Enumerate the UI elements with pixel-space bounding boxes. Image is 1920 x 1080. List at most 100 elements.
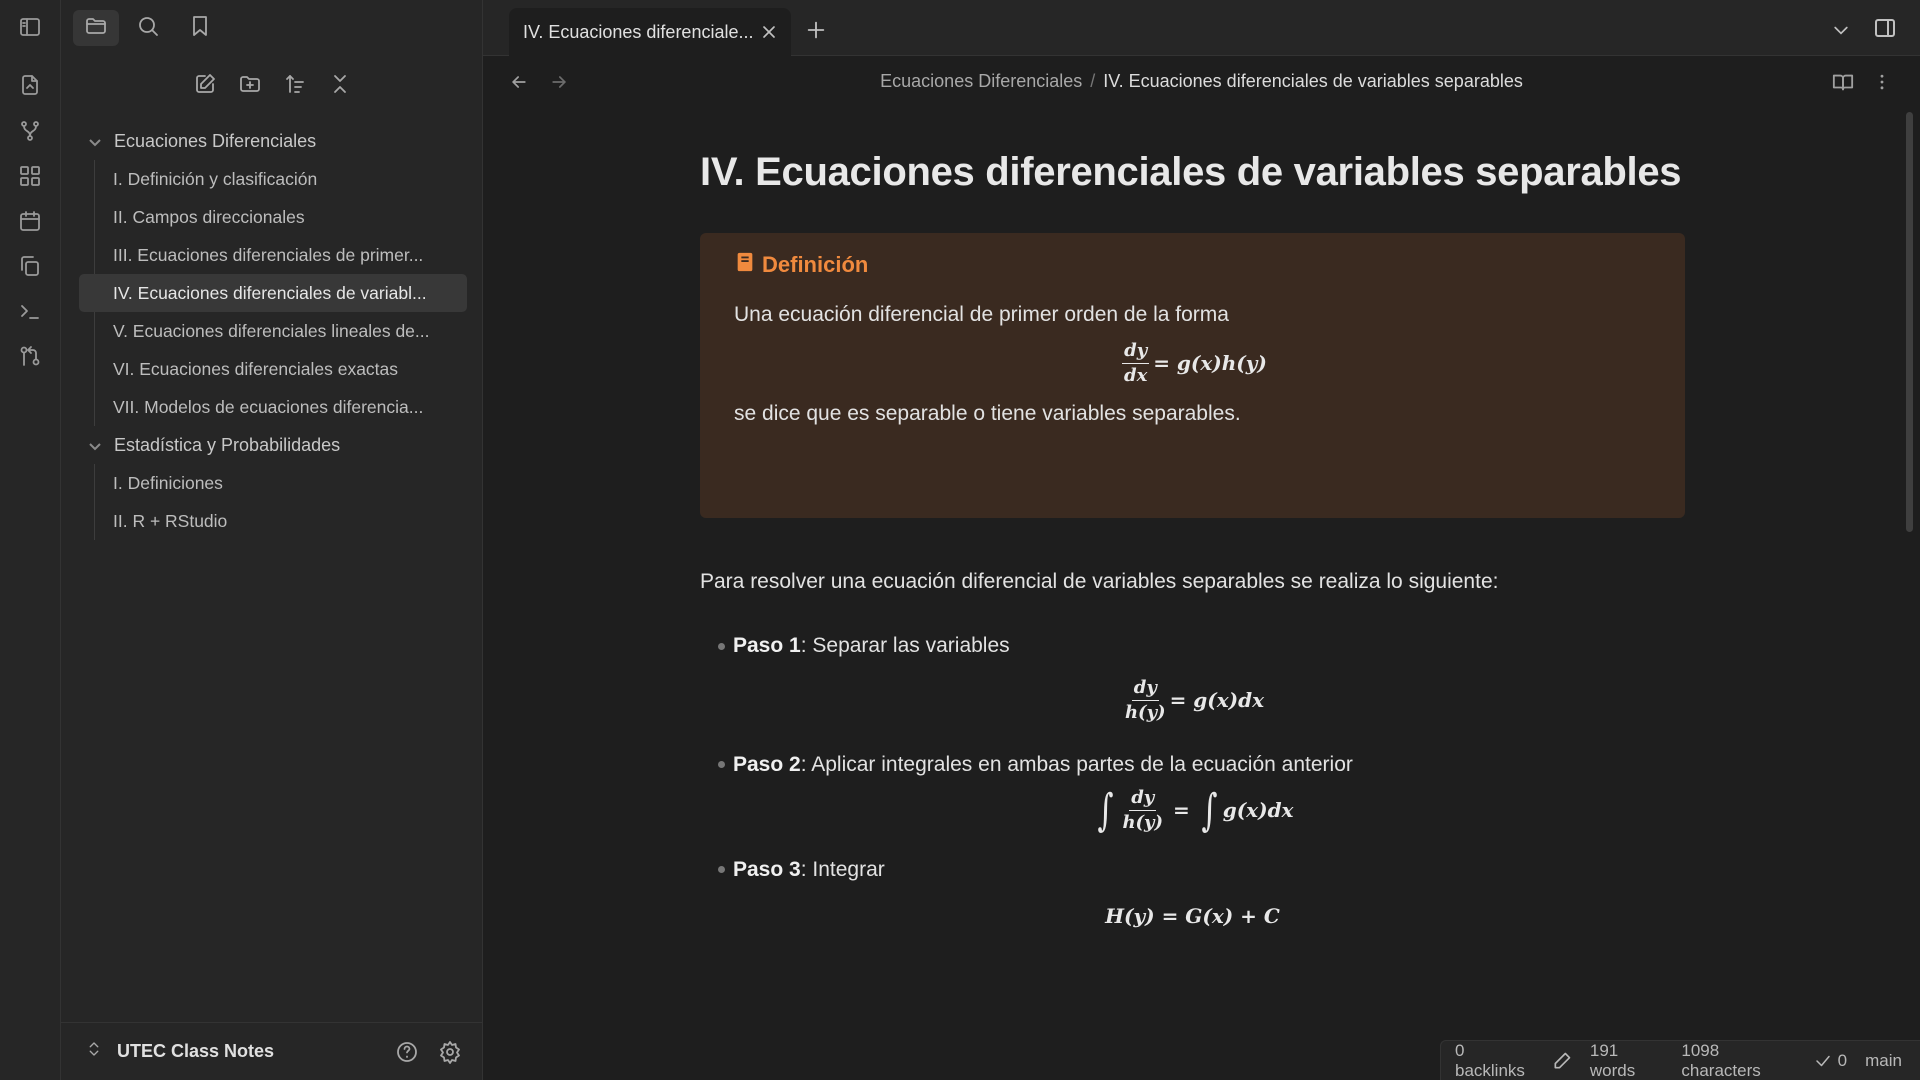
templates-icon[interactable]: [15, 251, 45, 281]
vault-switcher-icon[interactable]: [85, 1040, 103, 1063]
step-label: Paso 2: [733, 752, 801, 776]
file-tree: Ecuaciones Diferenciales I. Definición y…: [78, 122, 468, 540]
collapse-icon: [328, 72, 352, 101]
callout-outro: se dice que es separable o tiene variabl…: [734, 401, 1241, 425]
more-options-icon[interactable]: [1866, 66, 1898, 98]
reading-view-book-icon[interactable]: [1827, 66, 1859, 98]
bullet: [718, 761, 725, 769]
folder-label: Estadística y Probabilidades: [114, 434, 341, 455]
scrollbar[interactable]: [1906, 112, 1913, 532]
sort-icon: [283, 72, 307, 101]
folder-ecuaciones-diferenciales[interactable]: Ecuaciones Diferenciales: [78, 122, 468, 160]
left-ribbon: [0, 0, 61, 1080]
sort-button[interactable]: [279, 70, 311, 102]
vault-name[interactable]: UTEC Class Notes: [117, 1041, 274, 1062]
step-text: : Separar las variables: [800, 634, 1010, 657]
breadcrumb-separator: /: [1090, 71, 1096, 91]
graph-view-icon[interactable]: [15, 116, 45, 146]
chevron-down-icon: [88, 438, 102, 452]
command-palette-icon[interactable]: [15, 296, 45, 326]
step-text: : Integrar: [800, 857, 885, 881]
book-icon: [734, 251, 762, 279]
new-note-icon: [193, 72, 217, 101]
file-item[interactable]: III. Ecuaciones diferenciales de primer.…: [79, 236, 467, 274]
callout-title-text: Definición: [762, 252, 869, 277]
callout-title: Definición: [734, 251, 1651, 279]
folder-label: Ecuaciones Diferenciales: [114, 130, 317, 151]
file-explorer-toolbar: [61, 70, 483, 102]
daily-note-icon[interactable]: [15, 206, 45, 236]
file-item[interactable]: V. Ecuaciones diferenciales lineales de.…: [79, 312, 467, 350]
sync-check-icon[interactable]: [1814, 1052, 1832, 1070]
git-branch[interactable]: main: [1865, 1051, 1902, 1071]
word-count: 191 words: [1589, 1040, 1636, 1080]
tab-bar: IV. Ecuaciones diferenciale...: [483, 0, 1920, 56]
edit-mode-pencil-icon[interactable]: [1552, 1051, 1572, 1071]
eq-denominator: h(y): [1124, 701, 1166, 723]
breadcrumb-parent[interactable]: Ecuaciones Diferenciales: [880, 71, 1082, 91]
eq-denominator: dx: [1124, 364, 1148, 386]
folder-icon: [84, 14, 108, 43]
tab-list-chevron-down-icon[interactable]: [1825, 14, 1857, 46]
note-title: IV. Ecuaciones diferenciales de variable…: [700, 150, 1682, 194]
step1-equation: dy h(y) = g(x)dx: [700, 678, 1685, 723]
open-quick-switcher-icon[interactable]: [15, 70, 45, 100]
bullet: [718, 642, 725, 650]
search-icon: [136, 14, 160, 43]
eq-numerator: dy: [1131, 678, 1159, 701]
eq-rhs: g(x)dx: [1222, 798, 1294, 823]
file-item[interactable]: VI. Ecuaciones diferenciales exactas: [79, 350, 467, 388]
canvas-icon[interactable]: [15, 161, 45, 191]
note-content: IV. Ecuaciones diferenciales de variable…: [700, 150, 1685, 928]
eq-denominator: h(y): [1122, 811, 1164, 833]
bookmark-icon: [188, 14, 212, 43]
eq-rhs: = g(x)dx: [1169, 688, 1265, 713]
new-note-button[interactable]: [189, 70, 221, 102]
folder-children: I. Definiciones II. R + RStudio: [94, 464, 468, 540]
bookmarks-tab[interactable]: [177, 10, 223, 46]
file-explorer-tab[interactable]: [73, 10, 119, 46]
tab-title: IV. Ecuaciones diferenciale...: [523, 21, 754, 42]
breadcrumb-current[interactable]: IV. Ecuaciones diferenciales de variable…: [1103, 71, 1523, 91]
new-folder-button[interactable]: [234, 70, 266, 102]
integral-sign: ∫: [1096, 784, 1113, 836]
step3-equation: H(y) = G(x) + C: [1105, 903, 1280, 928]
eq-numerator: dy: [1129, 787, 1157, 811]
tab-active-note[interactable]: IV. Ecuaciones diferenciale...: [509, 8, 791, 56]
file-item[interactable]: II. R + RStudio: [79, 502, 467, 540]
folder-estadistica[interactable]: Estadística y Probabilidades: [78, 426, 468, 464]
sync-count: 0: [1837, 1050, 1848, 1070]
file-item-active[interactable]: IV. Ecuaciones diferenciales de variabl.…: [79, 274, 467, 312]
toggle-right-sidebar-icon[interactable]: [1869, 12, 1901, 44]
vault-footer: UTEC Class Notes: [61, 1022, 483, 1080]
help-icon[interactable]: [395, 1040, 419, 1069]
step2-equation: ∫ dy h(y) = ∫ g(x)dx: [700, 785, 1685, 836]
collapse-all-button[interactable]: [324, 70, 356, 102]
settings-gear-icon[interactable]: [438, 1040, 462, 1069]
intro-paragraph: Para resolver una ecuación diferencial d…: [700, 570, 1499, 593]
callout-intro: Una ecuación diferencial de primer orden…: [734, 303, 1229, 326]
view-header: Ecuaciones Diferenciales / IV. Ecuaciones …: [483, 56, 1920, 108]
toggle-sidebar-icon[interactable]: [15, 12, 45, 42]
git-icon[interactable]: [15, 341, 45, 371]
close-icon[interactable]: [757, 20, 781, 44]
new-tab-plus-icon[interactable]: [800, 14, 832, 46]
step-text: : Aplicar integrales en ambas partes de …: [800, 752, 1353, 776]
definition-callout: Definición Una ecuación diferencial de p…: [700, 233, 1685, 518]
sidebar-tab-header: [61, 0, 483, 56]
step-item: Paso 2: Aplicar integrales en ambas part…: [718, 753, 1685, 777]
step-item: Paso 3: Integrar: [718, 858, 1685, 882]
file-item[interactable]: I. Definiciones: [79, 464, 467, 502]
eq-numerator: dy: [1122, 341, 1150, 364]
backlinks-count[interactable]: 0 backlinks: [1455, 1041, 1534, 1080]
file-explorer-sidebar: Ecuaciones Diferenciales I. Definición y…: [61, 0, 483, 1080]
file-item[interactable]: II. Campos direccionales: [79, 198, 467, 236]
character-count: 1098 characters: [1681, 1040, 1761, 1080]
search-tab[interactable]: [125, 10, 171, 46]
new-folder-icon: [238, 72, 262, 101]
file-item[interactable]: VII. Modelos de ecuaciones diferencia...: [79, 388, 467, 426]
separable-form-equation: dy dx = g(x)h(y): [734, 341, 1651, 386]
file-item[interactable]: I. Definición y clasificación: [79, 160, 467, 198]
step-label: Paso 3: [733, 857, 801, 881]
eq-equals: =: [1173, 798, 1190, 823]
